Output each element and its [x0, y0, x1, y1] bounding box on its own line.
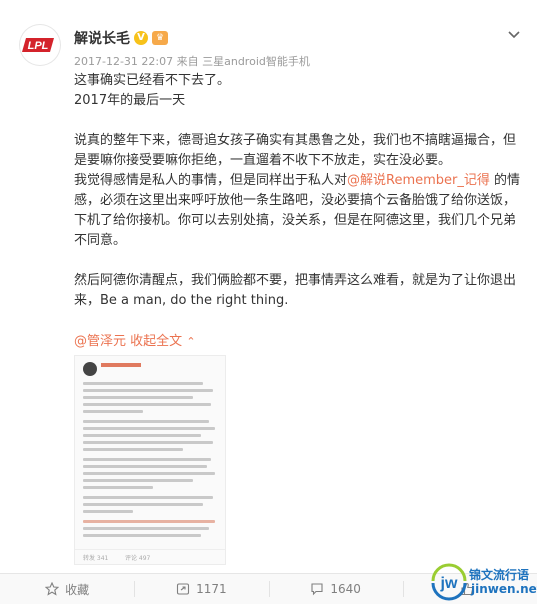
star-icon	[45, 582, 59, 596]
forward-row: @管泽元 收起全文 ⌃	[74, 330, 196, 349]
repost-button[interactable]: 1171	[134, 574, 268, 604]
member-level-icon: ♛	[152, 31, 168, 45]
post-content: 这事确实已经看不下去了。 2017年的最后一天 说真的整年下来，德哥追女孩子确实…	[74, 71, 524, 311]
lpl-logo-icon: LPL	[20, 25, 60, 65]
post-image-thumbnail[interactable]: 转发 341 评论 497	[74, 355, 226, 565]
weibo-post-card: LPL 解说长毛 V ♛ 2017-12-31 22:07 来自 三星andro…	[0, 0, 537, 573]
verified-badge-icon: V	[134, 31, 148, 45]
post-line: 2017年的最后一天	[74, 91, 524, 111]
favorite-label: 收藏	[65, 581, 89, 598]
svg-text:LPL: LPL	[28, 40, 49, 52]
repost-count: 1171	[196, 582, 227, 596]
comment-button[interactable]: 1640	[269, 574, 403, 604]
favorite-button[interactable]: 收藏	[0, 574, 134, 604]
post-paragraph: 说真的整年下来，德哥追女孩子确实有其愚鲁之处，我们也不搞瞎逼撮合，但是要嘛你接受…	[74, 131, 524, 171]
chevron-up-icon[interactable]: ⌃	[186, 335, 195, 348]
post-meta: 2017-12-31 22:07 来自 三星android智能手机	[74, 53, 310, 69]
watermark-name: 锦文流行语	[469, 566, 529, 583]
chevron-down-icon[interactable]	[505, 25, 523, 43]
thumbnail-forward-count: 转发 341	[83, 553, 108, 562]
jinwen-logo-icon: jw	[429, 561, 469, 601]
mention-link[interactable]: @管泽元	[74, 334, 126, 349]
thumbnail-comment-count: 评论 497	[125, 553, 150, 562]
collapse-text-link[interactable]: 收起全文	[130, 334, 182, 349]
thumbnail-footer: 转发 341 评论 497	[75, 549, 225, 564]
post-paragraph: 然后阿德你清醒点，我们俩脸都不要，把事情弄这么难看，就是为了让你退出来，Be a…	[74, 271, 524, 311]
comment-count: 1640	[330, 582, 361, 596]
svg-text:jw: jw	[440, 575, 458, 592]
site-watermark: jw 锦文流行语 jinwen.net	[429, 561, 535, 601]
thumbnail-username	[101, 363, 141, 367]
post-paragraph: 我觉得感情是私人的事情，但是同样出于私人对@解说Remember_记得 的情感，…	[74, 171, 524, 251]
post-line: 这事确实已经看不下去了。	[74, 71, 524, 91]
username-row: 解说长毛 V ♛	[74, 28, 168, 48]
watermark-domain: jinwen.net	[471, 582, 537, 596]
avatar[interactable]: LPL	[20, 25, 60, 65]
username[interactable]: 解说长毛	[74, 28, 130, 48]
post-text: 我觉得感情是私人的事情，但是同样出于私人对	[74, 173, 347, 188]
mention-link[interactable]: @解说Remember_记得	[347, 173, 490, 188]
comment-icon	[310, 582, 324, 596]
forward-icon	[176, 582, 190, 596]
thumbnail-avatar	[83, 362, 97, 376]
